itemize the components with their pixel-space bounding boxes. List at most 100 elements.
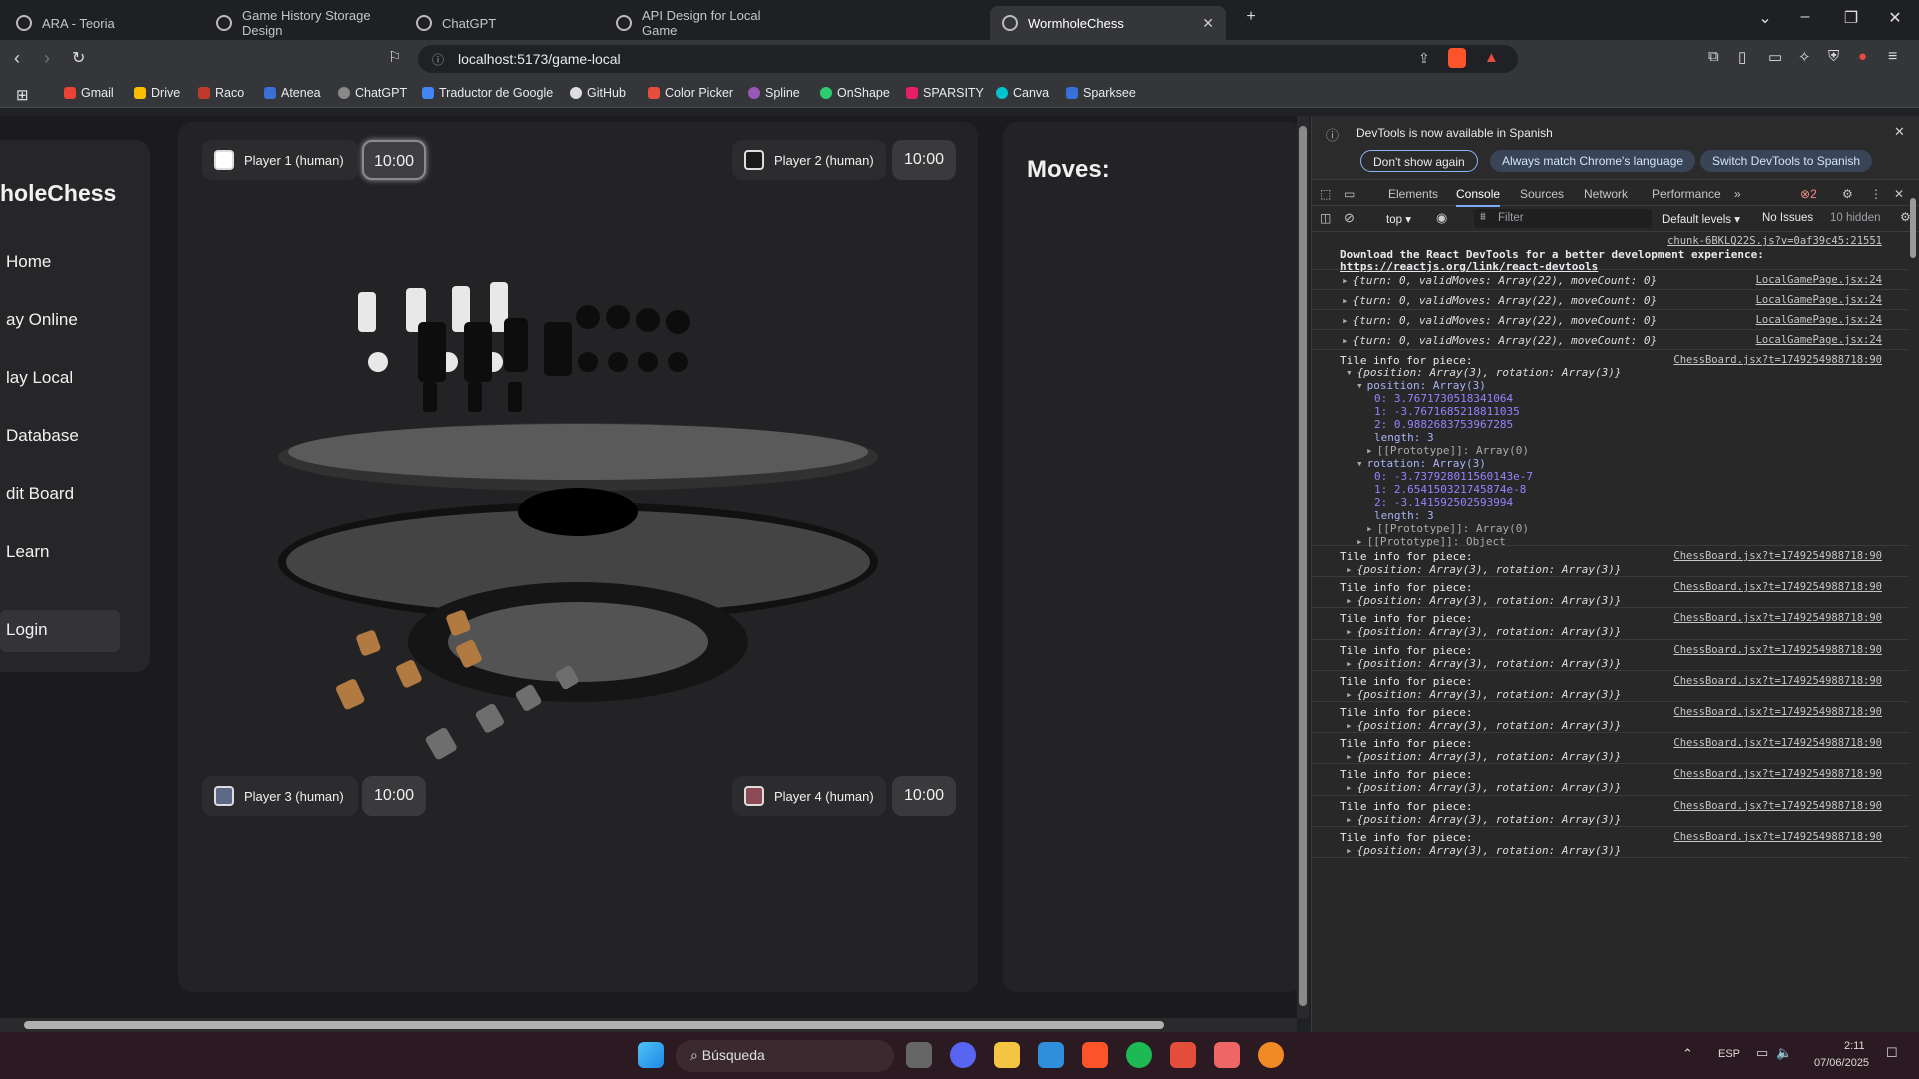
tab-performance[interactable]: Performance (1652, 187, 1721, 201)
bookmark-onshape[interactable]: OnShape (820, 86, 890, 100)
back-arrow-icon[interactable]: ‹ (14, 48, 20, 69)
vpn-icon[interactable]: ⛨ (1828, 48, 1839, 65)
log-source-link[interactable]: ChessBoard.jsx?t=1749254988718:90 (1673, 800, 1882, 812)
console-entry[interactable]: Tile info for piece: ChessBoard.jsx?t=174… (1312, 827, 1908, 858)
extensions-icon[interactable]: ⧉ (1708, 48, 1719, 65)
bookmark-atenea[interactable]: Atenea (264, 86, 321, 100)
file-explorer-icon[interactable] (994, 1042, 1020, 1068)
log-source-link[interactable]: LocalGamePage.jsx:24 (1756, 274, 1882, 286)
discord-icon[interactable] (950, 1042, 976, 1068)
console-entry[interactable]: ▸ {turn: 0, validMoves: Array(22), moveCo… (1312, 290, 1908, 310)
bookmark-canva[interactable]: Canva (996, 86, 1049, 100)
console-entry[interactable]: Tile info for piece: ChessBoard.jsx?t=174… (1312, 640, 1908, 671)
page-horizontal-scrollbar[interactable] (0, 1018, 1297, 1032)
new-tab-button[interactable]: + (1236, 8, 1266, 26)
log-object[interactable]: ▸ {position: Array(3), rotation: Array(3)… (1346, 594, 1622, 607)
log-source-link[interactable]: LocalGamePage.jsx:24 (1756, 294, 1882, 306)
log-object[interactable]: ▸ {position: Array(3), rotation: Array(3)… (1346, 563, 1622, 576)
prototype-node[interactable]: ▸ [[Prototype]]: Array(0) (1366, 444, 1529, 457)
log-source-link[interactable]: ChessBoard.jsx?t=1749254988718:90 (1673, 581, 1882, 593)
bookmark-spline[interactable]: Spline (748, 86, 800, 100)
spotify-icon[interactable] (1126, 1042, 1152, 1068)
task-view-icon[interactable] (906, 1042, 932, 1068)
brave-shields-icon[interactable] (1448, 48, 1466, 68)
console-entry[interactable]: Tile info for piece: ChessBoard.jsx?t=174… (1312, 546, 1908, 578)
brave-active-icon[interactable] (1170, 1042, 1196, 1068)
clock-date[interactable]: 07/06/2025 (1814, 1057, 1869, 1069)
log-object[interactable]: ▸ {position: Array(3), rotation: Array(3)… (1346, 625, 1622, 638)
log-source-link[interactable]: chunk-6BKLQ22S.js?v=0af39c45:21551 (1667, 235, 1882, 247)
nav-play-local[interactable]: lay Local (6, 368, 73, 388)
git-client-icon[interactable] (1214, 1042, 1240, 1068)
tab-ara-teoria[interactable]: ARA - Teoria (4, 6, 200, 40)
log-source-link[interactable]: ChessBoard.jsx?t=1749254988718:90 (1673, 675, 1882, 687)
tab-chatgpt[interactable]: ChatGPT (404, 6, 600, 40)
issues-count[interactable]: No Issues (1762, 212, 1813, 224)
tab-search-chevron-icon[interactable]: ⌄ (1750, 8, 1780, 28)
windows-start-icon[interactable] (638, 1042, 664, 1068)
inspect-element-icon[interactable]: ⬚ (1320, 187, 1331, 201)
tab-console[interactable]: Console (1456, 187, 1501, 207)
always-match-language-button[interactable]: Always match Chrome's language (1490, 150, 1696, 172)
log-source-link[interactable]: ChessBoard.jsx?t=1749254988718:90 (1673, 644, 1882, 656)
tray-chevron-icon[interactable]: ⌃ (1682, 1046, 1693, 1062)
forward-arrow-icon[interactable]: › (44, 48, 50, 69)
log-object[interactable]: ▸ {position: Array(3), rotation: Array(3)… (1346, 781, 1622, 794)
devtools-scrollbar[interactable] (1908, 198, 1918, 1028)
nav-learn[interactable]: Learn (6, 542, 49, 562)
console-filter-input[interactable]: ⩩ Filter (1474, 209, 1652, 228)
dont-show-again-button[interactable]: Don't show again (1360, 150, 1478, 172)
console-entry[interactable]: ▸ {turn: 0, validMoves: Array(22), moveCo… (1312, 270, 1908, 290)
scroll-thumb[interactable] (1299, 126, 1307, 1006)
tab-sources[interactable]: Sources (1520, 187, 1564, 201)
close-banner-icon[interactable]: ✕ (1894, 124, 1905, 140)
vscode-icon[interactable] (1038, 1042, 1064, 1068)
console-entry[interactable]: Tile info for piece: ChessBoard.jsx?t=174… (1312, 671, 1908, 702)
bookmark-translate[interactable]: Traductor de Google (422, 86, 553, 100)
log-source-link[interactable]: LocalGamePage.jsx:24 (1756, 334, 1882, 346)
position-node[interactable]: ▾ position: Array(3) (1356, 379, 1486, 392)
switch-to-spanish-button[interactable]: Switch DevTools to Spanish (1700, 150, 1873, 172)
log-source-link[interactable]: ChessBoard.jsx?t=1749254988718:90 (1673, 706, 1882, 718)
console-entry[interactable]: ▸ {turn: 0, validMoves: Array(22), moveCo… (1312, 330, 1908, 350)
tab-elements[interactable]: Elements (1388, 187, 1438, 201)
scroll-thumb[interactable] (1910, 198, 1916, 258)
sidebar-icon[interactable]: ▯ (1738, 48, 1746, 66)
log-source-link[interactable]: ChessBoard.jsx?t=1749254988718:90 (1673, 768, 1882, 780)
console-entry[interactable]: Tile info for piece: ChessBoard.jsx?t=174… (1312, 608, 1908, 640)
nav-home[interactable]: Home (6, 252, 51, 272)
log-object[interactable]: ▸ {position: Array(3), rotation: Array(3)… (1346, 844, 1622, 857)
rotation-node[interactable]: ▾ rotation: Array(3) (1356, 457, 1486, 470)
log-source-link[interactable]: ChessBoard.jsx?t=1749254988718:90 (1673, 831, 1882, 843)
log-levels-select[interactable]: Default levels ▾ (1662, 212, 1740, 226)
bookmark-drive[interactable]: Drive (134, 86, 180, 100)
log-object[interactable]: ▸ {position: Array(3), rotation: Array(3)… (1346, 657, 1622, 670)
bookmark-gmail[interactable]: Gmail (64, 86, 114, 100)
login-button[interactable]: Login (0, 610, 120, 652)
settings-gear-icon[interactable]: ⚙ (1842, 187, 1853, 201)
error-count-badge[interactable]: ⊗2 (1800, 187, 1817, 201)
reload-icon[interactable]: ↻ (72, 48, 85, 68)
log-source-link[interactable]: LocalGamePage.jsx:24 (1756, 314, 1882, 326)
log-object[interactable]: ▸ {position: Array(3), rotation: Array(3)… (1346, 750, 1622, 763)
clock-time[interactable]: 2:11 (1844, 1040, 1865, 1052)
bookmark-chatgpt[interactable]: ChatGPT (338, 86, 407, 100)
bookmark-sparsity[interactable]: SPARSITY (906, 86, 984, 100)
console-entry[interactable]: Tile info for piece: ChessBoard.jsx?t=174… (1312, 796, 1908, 827)
leo-ai-icon[interactable]: ✧ (1798, 48, 1811, 66)
nav-database[interactable]: Database (6, 426, 79, 446)
log-object[interactable]: ▸ {position: Array(3), rotation: Array(3)… (1346, 688, 1622, 701)
console-entry[interactable]: Tile info for piece: ChessBoard.jsx?t=174… (1312, 577, 1908, 609)
wallet-icon[interactable]: ▭ (1768, 48, 1782, 66)
log-source-link[interactable]: ChessBoard.jsx?t=1749254988718:90 (1673, 612, 1882, 624)
bookmark-github[interactable]: GitHub (570, 86, 626, 100)
log-source-link[interactable]: ChessBoard.jsx?t=1749254988718:90 (1673, 550, 1882, 562)
share-icon[interactable]: ⇪ (1418, 50, 1430, 67)
bookmark-color-picker[interactable]: Color Picker (648, 86, 733, 100)
address-bar[interactable]: ⓘ localhost:5173/game-local ⇪ ▲ (418, 45, 1518, 73)
console-entry-expanded[interactable]: Tile info for piece: ChessBoard.jsx?t=17… (1312, 350, 1908, 548)
log-object[interactable]: ▸ {position: Array(3), rotation: Array(3)… (1346, 719, 1622, 732)
nav-play-online[interactable]: ay Online (6, 310, 78, 330)
tab-api-design[interactable]: API Design for Local Game (604, 6, 800, 40)
brave-icon[interactable] (1082, 1042, 1108, 1068)
